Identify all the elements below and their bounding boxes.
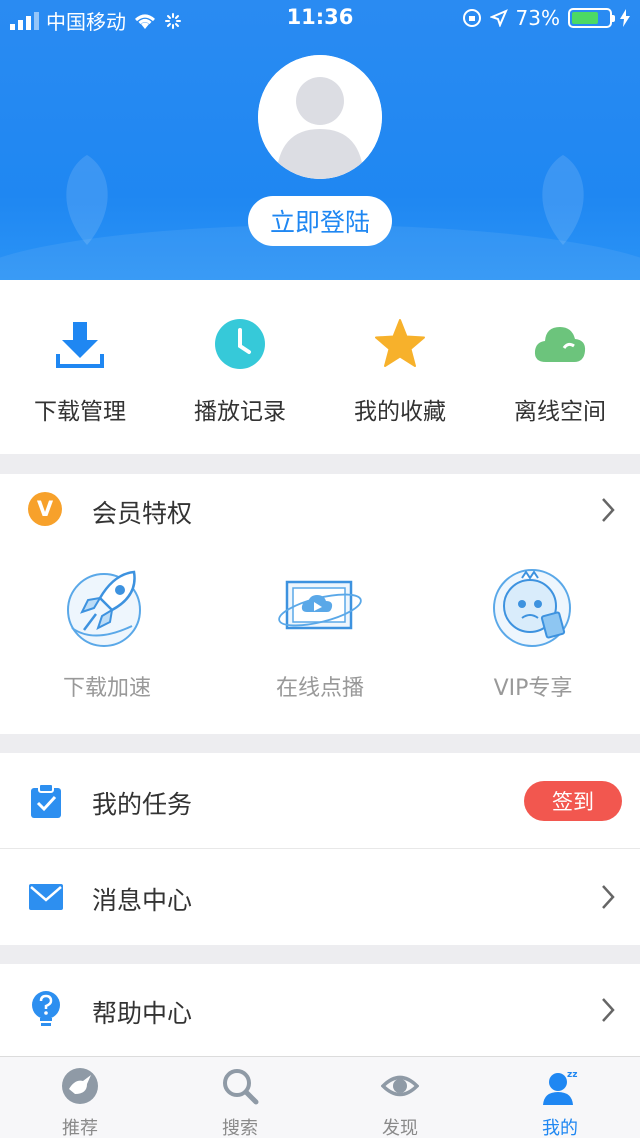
tab-mine[interactable]: zz 我的 — [480, 1057, 640, 1138]
location-arrow-icon — [489, 9, 508, 27]
clock-icon — [215, 319, 265, 369]
balloon-decoration-icon — [66, 155, 108, 245]
login-button[interactable]: 立即登陆 — [248, 196, 392, 246]
tab-label: 搜索 — [222, 1118, 258, 1138]
bottom-tab-bar: 推荐 搜索 发现 zz 我的 — [0, 1056, 640, 1138]
help-list: 帮助中心 — [0, 964, 640, 1056]
menu-item-messages[interactable]: 消息中心 — [0, 849, 640, 944]
eye-icon — [381, 1075, 419, 1097]
tab-label: 发现 — [382, 1118, 418, 1138]
vip-privileges: 下载加速 在线点播 VIP专享 — [0, 558, 640, 708]
battery-icon — [568, 8, 615, 28]
shortcut-favorites[interactable]: 我的收藏 — [320, 280, 480, 454]
bird-icon — [62, 1068, 98, 1104]
shortcut-grid: 下载管理 播放记录 我的收藏 离线空间 — [0, 280, 640, 454]
rotation-lock-icon — [462, 9, 481, 27]
rocket-icon — [67, 570, 141, 647]
vip-item-download-boost[interactable]: 下载加速 — [0, 558, 214, 708]
menu-item-my-tasks[interactable]: 我的任务 签到 — [0, 753, 640, 849]
vip-title: 会员特权 — [92, 499, 193, 528]
user-sleep-icon: zz — [543, 1070, 577, 1105]
menu-item-label: 我的任务 — [92, 790, 193, 819]
svg-text:zz: zz — [567, 1070, 577, 1080]
shortcut-play-history[interactable]: 播放记录 — [160, 280, 320, 454]
download-icon — [56, 322, 104, 368]
charging-bolt-icon — [620, 9, 630, 27]
chevron-right-icon — [602, 498, 615, 522]
vip-item-label: 下载加速 — [62, 676, 151, 701]
status-bar: 中国移动 11:36 73% — [0, 0, 640, 36]
tab-label: 推荐 — [62, 1118, 98, 1138]
clipboard-check-icon — [31, 783, 61, 818]
vip-badge-icon: V — [28, 492, 62, 526]
shortcut-label: 下载管理 — [34, 399, 126, 425]
chevron-right-icon — [602, 885, 615, 909]
tab-recommend[interactable]: 推荐 — [0, 1057, 160, 1138]
menu-item-help-center[interactable]: 帮助中心 — [0, 964, 640, 1056]
shortcut-label: 播放记录 — [194, 399, 286, 425]
vip-item-online-play[interactable]: 在线点播 — [213, 558, 427, 708]
menu-item-label: 帮助中心 — [92, 999, 193, 1028]
help-bulb-icon — [32, 991, 60, 1026]
menu-item-label: 消息中心 — [92, 886, 193, 915]
vip-section: V 会员特权 下载加速 在线点播 VIP专享 — [0, 474, 640, 734]
default-avatar-icon — [258, 55, 382, 179]
shortcut-label: 我的收藏 — [354, 399, 446, 425]
shortcut-download-manager[interactable]: 下载管理 — [0, 280, 160, 454]
battery-percent: 73% — [515, 6, 560, 30]
vip-item-label: 在线点播 — [275, 676, 364, 701]
cloud-icon — [534, 327, 586, 362]
shortcut-offline-space[interactable]: 离线空间 — [480, 280, 640, 454]
vip-header-row[interactable]: V 会员特权 — [0, 474, 640, 546]
vip-item-vip-exclusive[interactable]: VIP专享 — [426, 558, 640, 708]
balloon-decoration-icon — [542, 155, 584, 245]
chevron-right-icon — [602, 998, 615, 1022]
search-icon — [223, 1069, 259, 1105]
video-screen-icon — [278, 580, 362, 630]
tab-label: 我的 — [542, 1118, 578, 1138]
star-icon — [375, 319, 425, 367]
checkin-button[interactable]: 签到 — [524, 781, 622, 821]
mail-icon — [29, 884, 63, 910]
shortcut-label: 离线空间 — [514, 399, 606, 425]
profile-header: 中国移动 11:36 73% 立即登陆 — [0, 0, 640, 280]
menu-list: 我的任务 签到 消息中心 — [0, 753, 640, 945]
battery-level — [572, 12, 599, 24]
avatar[interactable] — [258, 55, 382, 179]
tab-discover[interactable]: 发现 — [320, 1057, 480, 1138]
tab-search[interactable]: 搜索 — [160, 1057, 320, 1138]
vip-item-label: VIP专享 — [493, 676, 573, 701]
vip-mascot-icon — [493, 569, 571, 647]
